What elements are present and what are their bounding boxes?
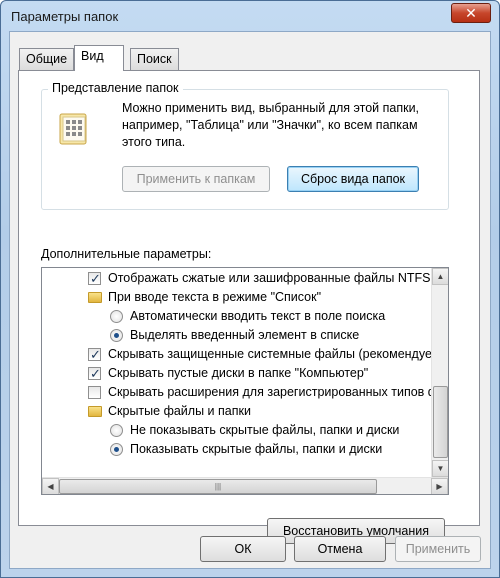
folder-options-window: Параметры папок ✕ Общие Вид Поиск Предст… [0, 0, 500, 578]
advanced-settings-label: Дополнительные параметры: [41, 247, 212, 261]
folder-icon [88, 406, 102, 417]
item-label: Отображать сжатые или зашифрованные файл… [108, 271, 448, 285]
scroll-up-icon[interactable]: ▲ [432, 268, 448, 285]
item-label: Показывать скрытые файлы, папки и диски [130, 442, 383, 456]
item-label: Скрывать расширения для зарегистрированн… [108, 385, 449, 399]
apply-button[interactable]: Применить [395, 536, 481, 562]
checkbox[interactable] [88, 364, 101, 383]
tab-label: Вид [81, 49, 104, 63]
checkbox[interactable] [88, 345, 101, 364]
titlebar[interactable]: Параметры папок ✕ [1, 1, 499, 31]
item-label: Скрывать защищенные системные файлы (рек… [108, 347, 449, 361]
checkbox[interactable] [88, 269, 101, 288]
folder-views-group-label: Представление папок [48, 81, 183, 95]
radio-button[interactable] [110, 310, 123, 323]
radio-button[interactable] [110, 443, 123, 456]
item-label: Скрывать пустые диски в папке "Компьютер… [108, 366, 369, 380]
folder-views-description: Можно применить вид, выбранный для этой … [122, 101, 420, 149]
scroll-right-icon[interactable]: ▶ [431, 478, 448, 494]
item-label: Не показывать скрытые файлы, папки и дис… [130, 423, 400, 437]
checkbox[interactable] [88, 386, 101, 399]
ok-button[interactable]: ОК [200, 536, 286, 562]
radio-button[interactable] [110, 329, 123, 342]
window-title: Параметры папок [11, 9, 119, 24]
scroll-left-icon[interactable]: ◀ [42, 478, 59, 494]
view-tab-panel: Представление папок Можно применить вид,… [18, 70, 480, 544]
tab-label: Общие [26, 52, 68, 66]
horizontal-scrollbar[interactable]: ◀ ||| ▶ [42, 477, 448, 494]
cancel-button[interactable]: Отмена [294, 536, 386, 562]
tab-label: Поиск [137, 52, 172, 66]
tab-view[interactable]: Вид [74, 45, 124, 71]
scroll-down-icon[interactable]: ▼ [432, 460, 448, 477]
apply-to-folders-button[interactable]: Применить к папкам [122, 166, 270, 192]
horizontal-scroll-thumb[interactable]: ||| [59, 479, 377, 494]
item-label: Автоматически вводить текст в поле поиск… [130, 309, 386, 323]
vertical-scrollbar[interactable]: ▲ ▼ [431, 268, 448, 477]
tab-general[interactable]: Общие [19, 48, 75, 70]
advanced-settings-tree[interactable]: Отображать сжатые или зашифрованные файл… [41, 267, 449, 495]
folder-view-icon [59, 113, 87, 145]
vertical-scroll-thumb[interactable] [433, 386, 448, 458]
grip-icon: ||| [214, 482, 222, 491]
folder-icon [88, 292, 102, 303]
tab-search[interactable]: Поиск [130, 48, 179, 70]
dialog-client: Общие Вид Поиск Представление папок Можн… [9, 31, 491, 569]
close-icon: ✕ [465, 5, 477, 21]
reset-folders-button[interactable]: Сброс вида папок [287, 166, 419, 192]
radio-button[interactable] [110, 424, 123, 437]
close-button[interactable]: ✕ [451, 3, 491, 23]
item-label: Скрытые файлы и папки [108, 404, 251, 418]
item-label: Выделять введенный элемент в списке [130, 328, 360, 342]
folder-views-group: Представление папок Можно применить вид,… [41, 81, 449, 210]
item-label: При вводе текста в режиме "Список" [108, 290, 322, 304]
